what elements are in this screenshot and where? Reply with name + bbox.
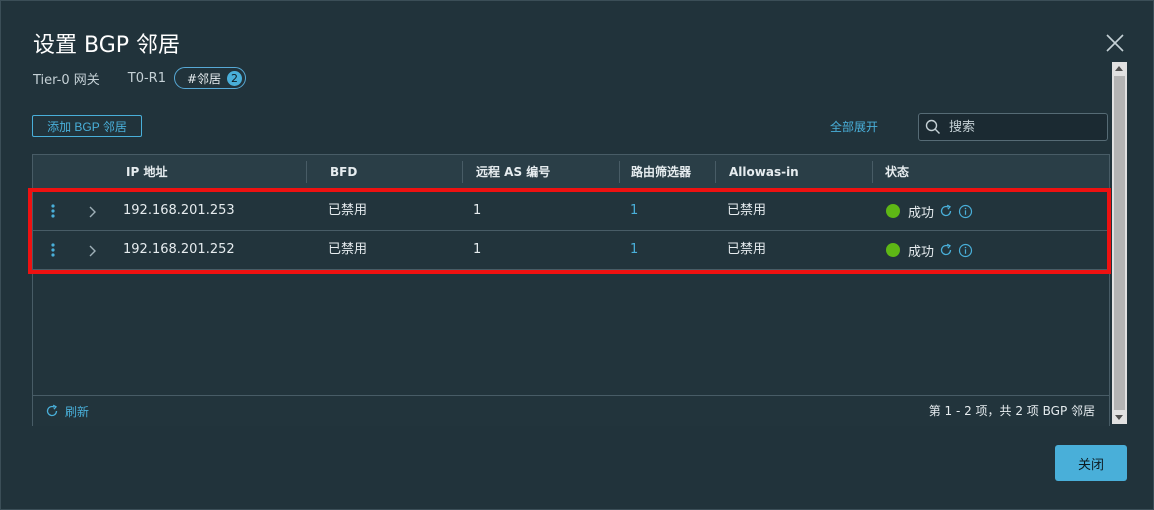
search-box[interactable]: [918, 113, 1108, 141]
dialog-title: 设置 BGP 邻居: [33, 33, 181, 58]
neighbors-tag-label: #邻居: [186, 71, 222, 86]
close-icon[interactable]: [1103, 31, 1127, 55]
highlight-box: [28, 188, 1111, 274]
column-header-ip[interactable]: IP 地址: [126, 155, 167, 189]
neighbors-tag: #邻居 2: [173, 67, 247, 89]
search-icon: [925, 119, 941, 135]
column-header-status[interactable]: 状态: [885, 155, 909, 189]
column-header-remote-as[interactable]: 远程 AS 编号: [476, 155, 550, 189]
neighbors-count-badge: 2: [227, 70, 243, 86]
search-input[interactable]: [947, 118, 1101, 136]
grid-header: IP 地址 BFD 远程 AS 编号 路由筛选器 Allowas-in 状态: [33, 155, 1109, 190]
scroll-down-arrow[interactable]: [1115, 415, 1123, 420]
column-header-allowas-in[interactable]: Allowas-in: [729, 155, 799, 189]
scrollbar-thumb[interactable]: [1114, 76, 1125, 410]
refresh-label: 刷新: [65, 404, 90, 419]
column-header-bfd[interactable]: BFD: [330, 155, 357, 189]
bgp-neighbors-dialog: 设置 BGP 邻居 Tier-0 网关 T0-R1 #邻居 2 添加 BGP 邻…: [0, 0, 1154, 510]
close-button[interactable]: 关闭: [1055, 445, 1127, 481]
column-header-route-filter[interactable]: 路由筛选器: [631, 155, 691, 189]
gateway-type-label: Tier-0 网关: [33, 72, 100, 88]
expand-all-link[interactable]: 全部展开: [830, 118, 878, 135]
scroll-up-arrow[interactable]: [1115, 66, 1123, 71]
gateway-name-label: T0-R1: [127, 70, 166, 86]
refresh-icon: [45, 404, 59, 418]
scrollbar[interactable]: [1112, 62, 1127, 424]
grid-footer: 刷新 第 1 - 2 项，共 2 项 BGP 邻居: [33, 395, 1109, 426]
pagination-text: 第 1 - 2 项，共 2 项 BGP 邻居: [928, 404, 1095, 418]
refresh-button[interactable]: 刷新: [45, 396, 89, 426]
add-bgp-neighbor-button[interactable]: 添加 BGP 邻居: [32, 115, 142, 137]
breadcrumb: Tier-0 网关 T0-R1 #邻居 2: [33, 67, 247, 89]
